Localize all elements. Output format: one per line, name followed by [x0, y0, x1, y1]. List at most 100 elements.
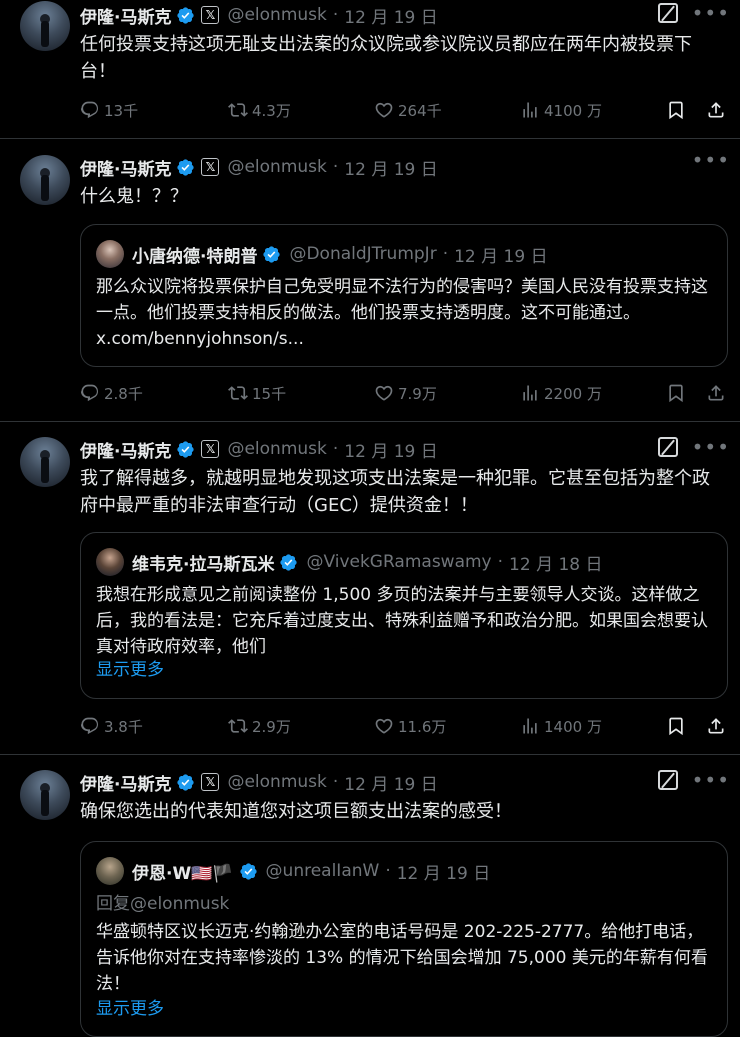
share-button[interactable]: [706, 96, 726, 124]
tweet-text: 任何投票支持这项无耻支出法案的众议院或参议院议员都应在两年内被投票下台！: [80, 34, 692, 82]
bookmark-icon: [669, 101, 683, 120]
quoted-tweet-text: 那么众议院将投票保护自己免受明显不法行为的侵害吗？美国人民没有投票支持这一点。他…: [96, 277, 708, 349]
like-button[interactable]: 11.6万: [374, 712, 446, 740]
author-name[interactable]: 伊隆·马斯克: [80, 155, 171, 180]
repost-count: 2.9万: [252, 717, 291, 736]
author-handle: @DonaldJTrumpJr: [289, 244, 437, 264]
like-icon: [375, 385, 393, 401]
verified-badge-icon: [177, 6, 195, 24]
verified-badge-icon: [280, 553, 298, 571]
reply-button[interactable]: 2.8千: [80, 379, 143, 407]
tweet-date[interactable]: 12 月 19 日: [344, 3, 437, 28]
author-handle: @unrealIanW: [265, 861, 380, 881]
tweet[interactable]: 伊隆·马斯克 𝕏 @elonmusk · 12 月 19 日 ••• 任何投票支…: [0, 0, 740, 139]
reply-count: 2.8千: [104, 384, 143, 403]
author-name[interactable]: 伊隆·马斯克: [80, 437, 171, 462]
separator-dot: ·: [332, 439, 339, 459]
author-handle[interactable]: @elonmusk: [227, 5, 326, 25]
bookmark-button[interactable]: [666, 712, 686, 740]
views-count: 1400 万: [544, 717, 602, 736]
author-name[interactable]: 伊隆·马斯克: [80, 3, 171, 28]
author-handle[interactable]: @elonmusk: [227, 439, 326, 459]
author-handle[interactable]: @elonmusk: [227, 772, 326, 792]
tweet[interactable]: 伊隆·马斯克 𝕏 @elonmusk · 12 月 19 日 ••• 确保您选出…: [0, 755, 740, 1037]
avatar[interactable]: [20, 155, 70, 205]
separator-dot: ·: [385, 861, 391, 881]
more-icon[interactable]: •••: [692, 770, 730, 790]
separator-dot: ·: [442, 244, 449, 264]
separator-dot: ·: [332, 157, 339, 177]
author-handle: @VivekGRamaswamy: [306, 552, 492, 572]
like-count: 264千: [398, 101, 442, 120]
reply-button[interactable]: 13千: [80, 96, 138, 124]
avatar[interactable]: [20, 770, 70, 820]
action-bar: 13千 4.3万 264千 4100 万: [80, 96, 730, 124]
avatar: [96, 548, 124, 576]
views-count: 4100 万: [544, 101, 602, 120]
bookmark-button[interactable]: [666, 96, 686, 124]
views-button[interactable]: 2200 万: [520, 379, 602, 407]
more-icon[interactable]: •••: [692, 437, 730, 457]
tweet-text: 什么鬼！？？: [80, 186, 188, 207]
tweet-date[interactable]: 12 月 19 日: [344, 770, 437, 795]
reply-icon: [80, 384, 99, 402]
tweet[interactable]: 伊隆·马斯克 𝕏 @elonmusk · 12 月 19 日 ••• 我了解得越…: [0, 422, 740, 755]
reply-count: 13千: [104, 101, 139, 120]
views-button[interactable]: 1400 万: [520, 712, 602, 740]
tweet-header: 伊隆·马斯克 𝕏 @elonmusk · 12 月 19 日: [80, 437, 438, 462]
avatar[interactable]: [20, 1, 70, 51]
tweet-date[interactable]: 12 月 19 日: [344, 155, 437, 180]
reply-button[interactable]: 3.8千: [80, 712, 143, 740]
share-icon: [708, 718, 724, 734]
avatar[interactable]: [20, 437, 70, 487]
bookmark-button[interactable]: [666, 379, 686, 407]
action-bar: 3.8千 2.9万 11.6万 1400 万: [80, 712, 730, 740]
quoted-tweet[interactable]: 伊恩·W🇺🇸🏴 @unrealIanW · 12 月 19 日 回复@elonm…: [80, 841, 728, 1037]
bookmark-icon: [669, 717, 683, 736]
verified-badge-icon: [177, 158, 195, 176]
quoted-tweet-header: 伊恩·W🇺🇸🏴 @unrealIanW · 12 月 19 日: [96, 857, 490, 885]
quoted-tweet[interactable]: 维韦克·拉马斯瓦米 @VivekGRamaswamy · 12 月 18 日 我…: [80, 532, 728, 699]
like-icon: [375, 718, 393, 734]
repost-button[interactable]: 2.9万: [228, 712, 291, 740]
verified-badge-icon: [177, 773, 195, 791]
quoted-tweet-header: 小唐纳德·特朗普 @DonaldJTrumpJr · 12 月 19 日: [96, 240, 548, 268]
views-count: 2200 万: [544, 384, 602, 403]
author-name: 小唐纳德·特朗普: [132, 246, 258, 267]
share-button[interactable]: [706, 712, 726, 740]
tweet-date[interactable]: 12 月 19 日: [344, 437, 437, 462]
author-name: 维韦克·拉马斯瓦米: [132, 554, 275, 575]
show-more-link[interactable]: 显示更多: [96, 996, 716, 1022]
like-button[interactable]: 264千: [374, 96, 442, 124]
author-handle[interactable]: @elonmusk: [227, 157, 326, 177]
grok-icon[interactable]: [657, 770, 678, 790]
show-more-link[interactable]: 显示更多: [96, 657, 716, 683]
more-icon[interactable]: •••: [692, 150, 730, 170]
repost-button[interactable]: 4.3万: [228, 96, 291, 124]
share-button[interactable]: [706, 379, 726, 407]
tweet-header: 伊隆·马斯克 𝕏 @elonmusk · 12 月 19 日: [80, 3, 438, 28]
x-badge-icon: 𝕏: [201, 773, 220, 791]
tweet-text: 我了解得越多，就越明显地发现这项支出法案是一种犯罪。它甚至包括为整个政府中最严重…: [80, 468, 710, 516]
grok-icon[interactable]: [657, 437, 678, 457]
author-name[interactable]: 伊隆·马斯克: [80, 770, 171, 795]
tweet[interactable]: 伊隆·马斯克 𝕏 @elonmusk · 12 月 19 日 ••• 什么鬼！？…: [0, 139, 740, 422]
bookmark-icon: [669, 384, 683, 403]
like-count: 11.6万: [398, 717, 447, 736]
views-button[interactable]: 4100 万: [520, 96, 602, 124]
grok-icon[interactable]: [657, 3, 678, 23]
like-button[interactable]: 7.9万: [374, 379, 437, 407]
verified-badge-icon: [263, 245, 281, 263]
tweet-text: 确保您选出的代表知道您对这项巨额支出法案的感受！: [80, 801, 512, 822]
tweet-date: 12 月 18 日: [509, 554, 603, 575]
like-icon: [375, 102, 393, 118]
verified-badge-icon: [177, 440, 195, 458]
avatar: [96, 857, 124, 885]
verified-badge-icon: [239, 862, 257, 880]
repost-icon: [228, 719, 248, 733]
more-icon[interactable]: •••: [692, 3, 730, 23]
tweet-date: 12 月 19 日: [454, 246, 548, 267]
quoted-tweet[interactable]: 小唐纳德·特朗普 @DonaldJTrumpJr · 12 月 19 日 那么众…: [80, 224, 728, 367]
repost-count: 4.3万: [252, 101, 291, 120]
repost-button[interactable]: 15千: [228, 379, 286, 407]
